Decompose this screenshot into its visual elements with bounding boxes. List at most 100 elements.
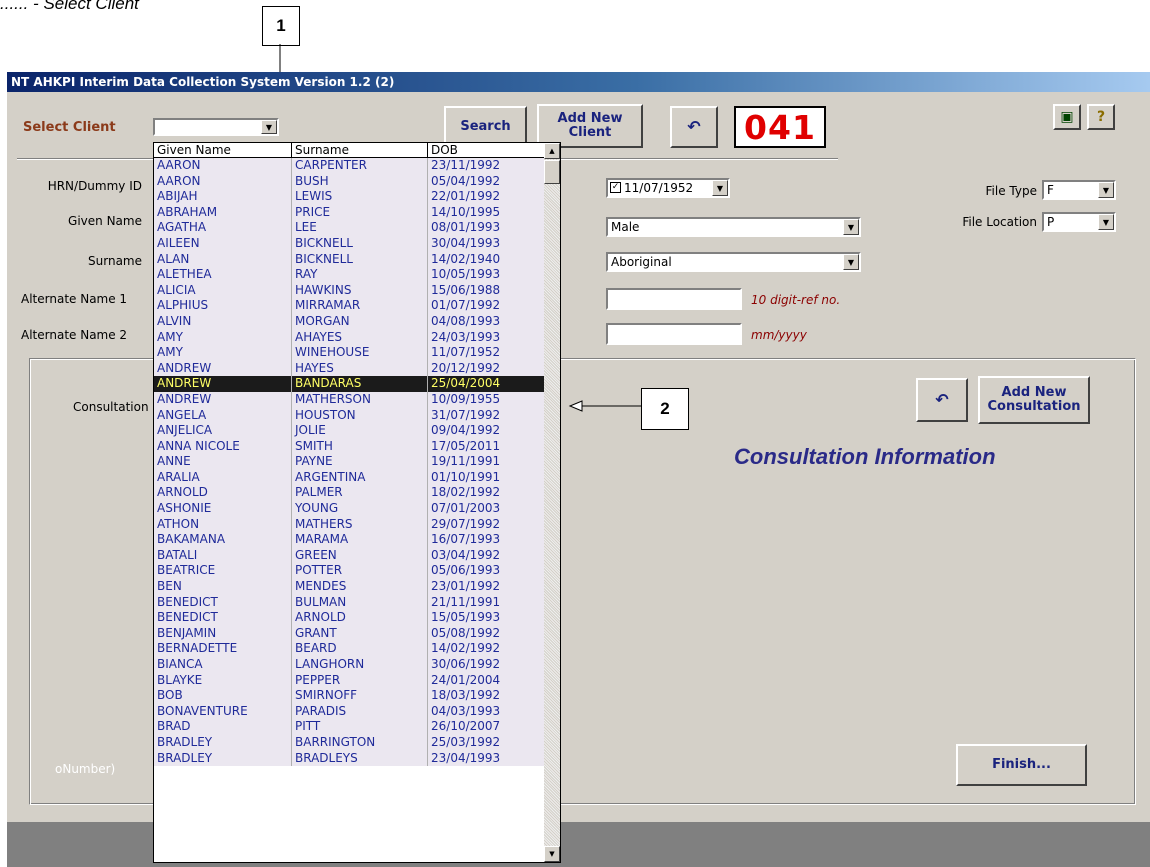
surname-cell: PARADIS [292, 703, 428, 720]
chevron-down-icon[interactable]: ▼ [261, 120, 277, 134]
list-item[interactable]: ATHON MATHERS 29/07/1992 [154, 516, 546, 533]
list-item[interactable]: ANDREW MATHERSON 10/09/1955 [154, 391, 546, 408]
help-button[interactable]: ? [1087, 104, 1115, 130]
list-item[interactable]: BRADLEY BRADLEYS 23/04/1993 [154, 750, 546, 767]
list-item[interactable]: ANNA NICOLE SMITH 17/05/2011 [154, 438, 546, 455]
list-item[interactable]: BEATRICE POTTER 05/06/1993 [154, 563, 546, 580]
surname-cell: PEPPER [292, 672, 428, 689]
list-item[interactable]: ALETHEA RAY 10/05/1993 [154, 267, 546, 283]
chevron-down-icon[interactable]: ▼ [1098, 182, 1114, 198]
surname-cell: BEARD [292, 641, 428, 657]
given-name-cell: ANJELICA [154, 423, 292, 439]
list-item[interactable]: BOB SMIRNOFF 18/03/1992 [154, 688, 546, 704]
dob-cell: 05/06/1993 [428, 563, 546, 580]
dob-cell: 23/11/1992 [428, 158, 546, 174]
indigenous-status-select[interactable]: Aboriginal ▼ [606, 252, 861, 272]
reference-number-input[interactable] [606, 288, 742, 310]
chevron-down-icon[interactable]: ▼ [843, 219, 859, 235]
surname-cell: LEE [292, 220, 428, 236]
given-name-cell: BAKAMANA [154, 532, 292, 548]
given-name-cell: ARALIA [154, 469, 292, 486]
chevron-down-icon[interactable]: ▼ [712, 180, 728, 196]
given-name-cell: BEATRICE [154, 563, 292, 580]
list-item[interactable]: BAKAMANA MARAMA 16/07/1993 [154, 532, 546, 548]
list-item[interactable]: ANGELA HOUSTON 31/07/1992 [154, 407, 546, 424]
list-item[interactable]: ALPHIUS MIRRAMAR 01/07/1992 [154, 298, 546, 314]
given-name-cell: ABIJAH [154, 189, 292, 205]
list-item[interactable]: ARNOLD PALMER 18/02/1992 [154, 485, 546, 502]
window-title: NT AHKPI Interim Data Collection System … [7, 72, 1150, 92]
dob-cell: 20/12/1992 [428, 360, 546, 377]
given-name-cell: BLAYKE [154, 672, 292, 689]
scroll-thumb[interactable] [544, 160, 560, 184]
list-item[interactable]: AMY WINEHOUSE 11/07/1952 [154, 345, 546, 361]
list-item[interactable]: AMY AHAYES 24/03/1993 [154, 329, 546, 346]
dob-cell: 07/01/2003 [428, 501, 546, 517]
dob-cell: 22/01/1992 [428, 189, 546, 205]
scroll-up-button[interactable]: ▲ [544, 143, 560, 159]
list-item[interactable]: ALAN BICKNELL 14/02/1940 [154, 251, 546, 268]
surname-cell: BANDARAS [292, 376, 428, 392]
undo-button[interactable]: ↶ [670, 106, 718, 148]
given-name-cell: BRAD [154, 719, 292, 735]
list-item[interactable]: AGATHA LEE 08/01/1993 [154, 220, 546, 236]
list-item[interactable]: BRADLEY BARRINGTON 25/03/1992 [154, 734, 546, 751]
list-item[interactable]: BONAVENTURE PARADIS 04/03/1993 [154, 703, 546, 720]
list-item[interactable]: AARON BUSH 05/04/1992 [154, 173, 546, 190]
copy-button[interactable]: ▣ [1053, 104, 1081, 130]
help-icon: ? [1096, 109, 1106, 125]
list-item[interactable]: BEN MENDES 23/01/1992 [154, 579, 546, 595]
chevron-down-icon[interactable]: ▼ [1098, 214, 1114, 230]
dob-cell: 05/04/1992 [428, 173, 546, 190]
dob-cell: 05/08/1992 [428, 625, 546, 642]
dob-cell: 04/08/1993 [428, 313, 546, 330]
dropdown-scrollbar[interactable]: ▲ ▼ [544, 143, 560, 862]
list-item[interactable]: ABIJAH LEWIS 22/01/1992 [154, 189, 546, 205]
list-item[interactable]: ABRAHAM PRICE 14/10/1995 [154, 204, 546, 221]
select-client-combo[interactable]: ▼ [153, 118, 279, 136]
consultation-undo-button[interactable]: ↶ [916, 378, 968, 422]
file-location-select[interactable]: P ▼ [1042, 212, 1116, 232]
given-name-cell: ABRAHAM [154, 204, 292, 221]
list-item[interactable]: ALICIA HAWKINS 15/06/1988 [154, 282, 546, 299]
chevron-down-icon[interactable]: ▼ [843, 254, 859, 270]
list-item[interactable]: ANJELICA JOLIE 09/04/1992 [154, 423, 546, 439]
dob-checkbox[interactable]: ✓ [610, 182, 621, 193]
gender-select[interactable]: Male ▼ [606, 217, 861, 237]
date-input[interactable] [606, 323, 742, 345]
list-item[interactable]: ARALIA ARGENTINA 01/10/1991 [154, 469, 546, 486]
given-name-cell: ANNA NICOLE [154, 438, 292, 455]
scroll-down-button[interactable]: ▼ [544, 846, 560, 862]
client-dropdown-list[interactable]: Given Name Surname DOB AARON CARPENTER 23/… [153, 142, 561, 863]
dob-cell: 11/07/1952 [428, 345, 546, 361]
list-item[interactable]: BENEDICT BULMAN 21/11/1991 [154, 594, 546, 611]
list-item-selected[interactable]: ANDREW BANDARAS 25/04/2004 [154, 376, 546, 392]
consultation-label: Consultation [73, 400, 149, 414]
list-item[interactable]: BIANCA LANGHORN 30/06/1992 [154, 657, 546, 673]
column-header-dob: DOB [428, 143, 546, 158]
dropdown-header: Given Name Surname DOB [154, 143, 546, 158]
list-item[interactable]: BERNADETTE BEARD 14/02/1992 [154, 641, 546, 657]
list-item[interactable]: BRAD PITT 26/10/2007 [154, 719, 546, 735]
dob-picker[interactable]: ✓ 11/07/1952 ▼ [606, 178, 730, 198]
list-item[interactable]: AILEEN BICKNELL 30/04/1993 [154, 235, 546, 252]
surname-cell: PRICE [292, 204, 428, 221]
list-item[interactable]: BLAYKE PEPPER 24/01/2004 [154, 672, 546, 689]
finish-button[interactable]: Finish... [956, 744, 1087, 786]
dob-cell: 17/05/2011 [428, 438, 546, 455]
list-item[interactable]: BATALI GREEN 03/04/1992 [154, 547, 546, 564]
given-name-cell: ANDREW [154, 391, 292, 408]
given-name-cell: BRADLEY [154, 750, 292, 767]
dob-cell: 26/10/2007 [428, 719, 546, 735]
file-type-select[interactable]: F ▼ [1042, 180, 1116, 200]
dob-cell: 30/04/1993 [428, 235, 546, 252]
add-new-consultation-button[interactable]: Add New Consultation [978, 376, 1090, 424]
alternate-name-1-label: Alternate Name 1 [21, 292, 128, 306]
list-item[interactable]: ALVIN MORGAN 04/08/1993 [154, 313, 546, 330]
list-item[interactable]: AARON CARPENTER 23/11/1992 [154, 158, 546, 174]
list-item[interactable]: ANNE PAYNE 19/11/1991 [154, 454, 546, 470]
list-item[interactable]: BENEDICT ARNOLD 15/05/1993 [154, 610, 546, 626]
list-item[interactable]: BENJAMIN GRANT 05/08/1992 [154, 625, 546, 642]
list-item[interactable]: ANDREW HAYES 20/12/1992 [154, 360, 546, 377]
list-item[interactable]: ASHONIE YOUNG 07/01/2003 [154, 501, 546, 517]
